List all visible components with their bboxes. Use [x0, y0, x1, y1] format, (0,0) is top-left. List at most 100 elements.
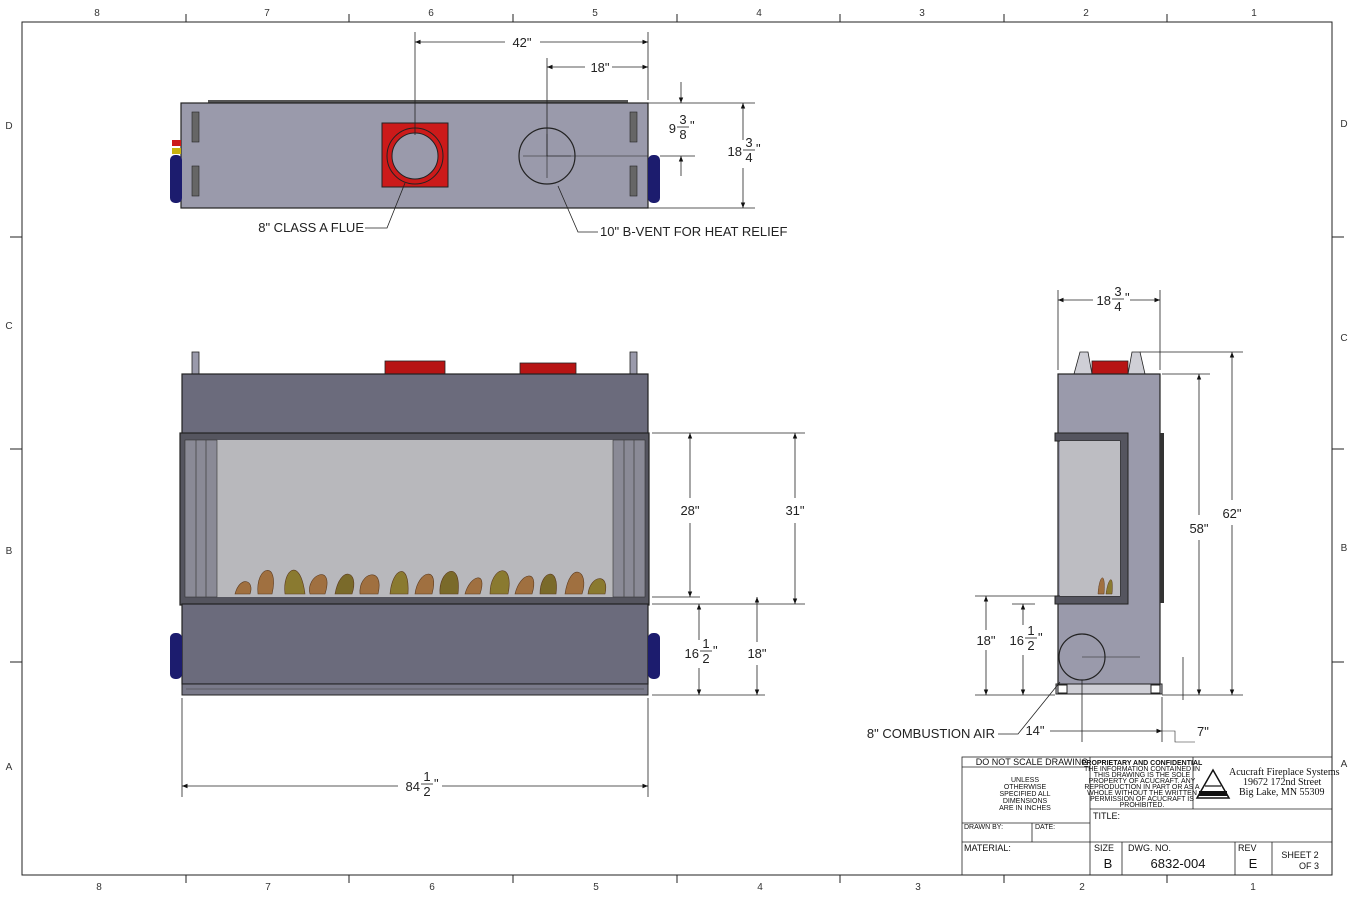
- dim-9-3-8-num: 3: [679, 112, 686, 127]
- units-line: OTHERWISE: [1004, 784, 1047, 791]
- dim-14: 14": [1025, 723, 1044, 738]
- dim-16-1-2-side: 16 1 2 ": [1010, 623, 1043, 653]
- dim-18-3-4-top: 18 3 4 ": [728, 135, 761, 165]
- zone-label: 2: [1083, 8, 1089, 19]
- sheet-line: OF 3: [1299, 861, 1319, 871]
- zone-label: 8: [96, 882, 102, 893]
- zone-label: 5: [593, 882, 599, 893]
- dim-16-1-2-side-whole: 16: [1010, 633, 1024, 648]
- yellow-terminal: [172, 148, 181, 154]
- do-not-scale: DO NOT SCALE DRAWING: [976, 757, 1089, 767]
- title-label: TITLE:: [1093, 811, 1120, 821]
- side-bracket-right: [1127, 351, 1146, 375]
- zone-label: 3: [915, 882, 921, 893]
- acucraft-logo: [1195, 768, 1231, 799]
- dim-18-3-4-side-unit: ": [1125, 290, 1130, 305]
- sheet-line: SHEET 2: [1281, 850, 1318, 860]
- dim-18-3-4-side-den: 4: [1114, 299, 1121, 314]
- material-label: MATERIAL:: [964, 843, 1011, 853]
- title-block-text: DO NOT SCALE DRAWING UNLESS OTHERWISE SP…: [964, 757, 1340, 871]
- size-value: B: [1104, 856, 1113, 871]
- zone-label: D: [1340, 119, 1347, 130]
- side-rear-panel: [1160, 433, 1164, 603]
- side-view: 18 3 4 " 62" 58" 18" 16 1 2 " 14" 7" 8" …: [867, 284, 1243, 743]
- note-combustion-air: 8" COMBUSTION AIR: [867, 726, 995, 741]
- zone-label: 8: [94, 8, 100, 19]
- note-class-a-flue: 8" CLASS A FLUE: [258, 220, 364, 235]
- zone-label: 1: [1250, 882, 1256, 893]
- proprietary-line: PROHIBITED.: [1120, 802, 1165, 809]
- front-base: [181, 683, 649, 696]
- dim-42: 42": [512, 35, 531, 50]
- dwg-no-label: DWG. NO.: [1128, 843, 1171, 853]
- dim-84-1-2: 84 1 2 ": [406, 769, 439, 799]
- front-post-right: [629, 351, 638, 375]
- blue-connector-right: [648, 155, 660, 203]
- dim-18-3-4-unit: ": [756, 141, 761, 156]
- bracket-right-top: [629, 111, 638, 143]
- front-flue-collar: [384, 360, 446, 375]
- zone-label: 4: [756, 8, 762, 19]
- dim-9-3-8-den: 8: [679, 127, 686, 142]
- units-line: SPECIFIED ALL: [1000, 791, 1051, 798]
- dim-16-1-2-side-den: 2: [1027, 638, 1034, 653]
- dwg-no-value: 6832-004: [1151, 856, 1206, 871]
- zone-label: C: [1340, 333, 1347, 344]
- zone-label: C: [5, 321, 12, 332]
- dim-18-3-4-num: 3: [745, 135, 752, 150]
- dim-16-1-2-side-num: 1: [1027, 623, 1034, 638]
- units-line: ARE IN INCHES: [999, 805, 1051, 812]
- dim-16-1-2-side-unit: ": [1038, 630, 1043, 645]
- bracket-left-bottom: [191, 165, 200, 197]
- dim-18-3-4-den: 4: [745, 150, 752, 165]
- front-vent-collar: [519, 362, 577, 375]
- zone-label: 6: [429, 882, 435, 893]
- dim-18-side: 18": [976, 633, 995, 648]
- top-view: 42" 18 " 9 3 8 " 18 3 4 " 8" CLASS A FLUE…: [170, 32, 787, 239]
- blue-connector-left: [170, 155, 182, 203]
- dim-18-front: 18": [747, 646, 766, 661]
- front-post-left: [191, 351, 200, 375]
- front-glass-post-right: [612, 439, 646, 598]
- dim-7: 7": [1197, 724, 1209, 739]
- dim-16-1-2-front: 16 1 2 ": [685, 636, 718, 666]
- dim-16-1-2-whole: 16: [685, 646, 699, 661]
- blue-connector-front-right: [648, 633, 660, 679]
- date-label: DATE:: [1035, 824, 1055, 831]
- dim-9-3-8: 9 3 8 ": [669, 112, 695, 142]
- dim-9-3-8-unit: ": [690, 118, 695, 133]
- zone-labels-top: 8 7 6 5 4 3 2 1: [94, 8, 1257, 19]
- zone-label: D: [5, 121, 12, 132]
- zone-labels-left: D C B A: [5, 121, 12, 773]
- zone-label: 7: [265, 882, 271, 893]
- units-line: UNLESS: [1011, 777, 1039, 784]
- drawing-sheet: 8 7 6 5 4 3 2 1 8 7 6 5 4 3 2 1 D C B A …: [5, 8, 1347, 893]
- dim-84-1-2-den: 2: [423, 784, 430, 799]
- rev-label: REV: [1238, 843, 1257, 853]
- side-glass: [1060, 441, 1120, 596]
- dim-16-1-2-unit: ": [713, 643, 718, 658]
- zone-label: B: [6, 546, 13, 557]
- zone-label: 4: [757, 882, 763, 893]
- front-glass-post-left: [184, 439, 218, 598]
- dim-58: 58": [1189, 521, 1208, 536]
- zone-label: 5: [592, 8, 598, 19]
- zone-label: 7: [264, 8, 270, 19]
- note-b-vent: 10" B-VENT FOR HEAT RELIEF: [600, 224, 787, 239]
- front-view: 28" 31" 16 1 2 " 18" 84 1 2 ": [170, 351, 805, 799]
- front-upper-body: [181, 373, 649, 435]
- dim-62: 62": [1222, 506, 1241, 521]
- dim-18-3-4-whole: 18: [728, 144, 742, 159]
- dim-84-1-2-whole: 84: [406, 779, 420, 794]
- size-label: SIZE: [1094, 843, 1114, 853]
- dim-31: 31": [785, 503, 804, 518]
- flue-opening: [391, 132, 439, 180]
- zone-label: 2: [1079, 882, 1085, 893]
- dim-18-3-4-side-whole: 18: [1097, 293, 1111, 308]
- dim-84-1-2-unit: ": [434, 776, 439, 791]
- zone-label: A: [6, 762, 13, 773]
- zone-labels-bottom: 8 7 6 5 4 3 2 1: [96, 882, 1256, 893]
- dim-16-1-2-den: 2: [702, 651, 709, 666]
- blue-connector-front-left: [170, 633, 182, 679]
- zone-label: 1: [1251, 8, 1257, 19]
